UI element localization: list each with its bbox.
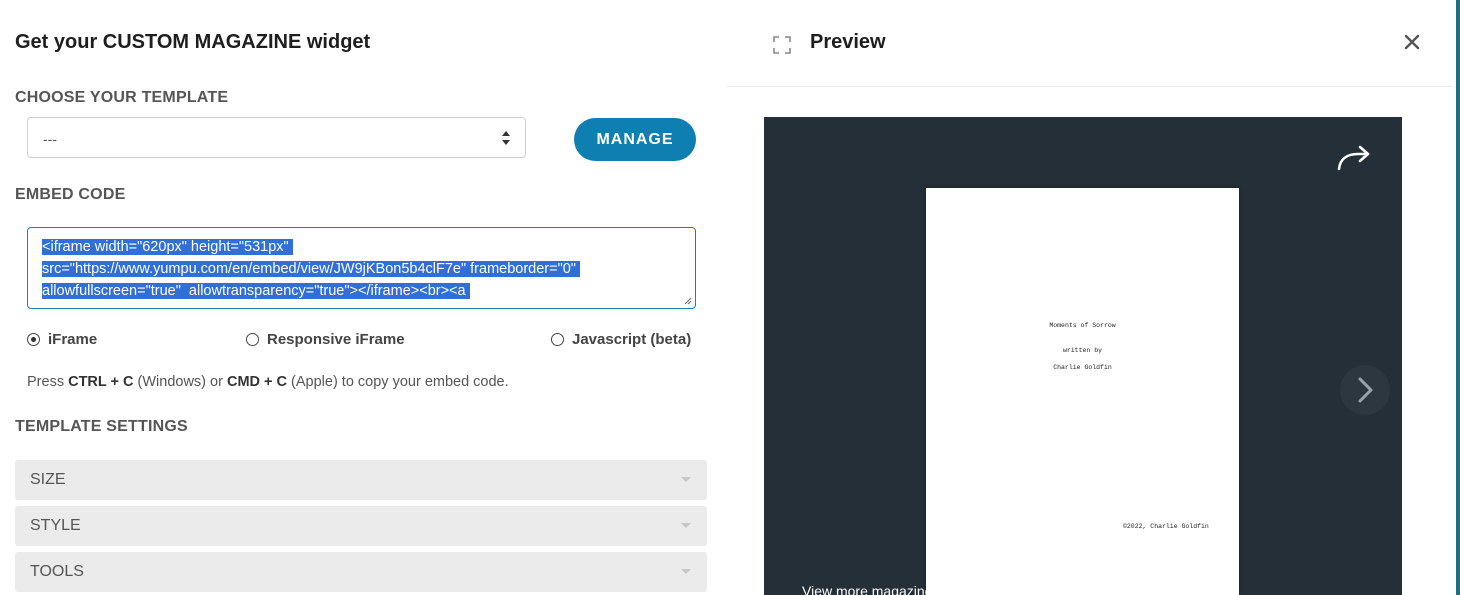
embed-line: allowfullscreen="true" allowtransparency… [42,283,470,299]
embed-code-label: EMBED CODE [15,186,126,203]
page-author-text: Charlie Goldfin [1053,364,1112,371]
copy-hint: Press CTRL + C (Windows) or CMD + C (App… [27,374,509,390]
caret-down-icon [681,477,691,482]
close-button[interactable] [1400,30,1424,54]
template-select-value: --- [43,131,57,147]
embed-option-label: Responsive iFrame [267,331,405,348]
settings-section-label: TOOLS [30,563,84,580]
preview-title: Preview [810,31,886,53]
radio-icon[interactable] [551,333,564,346]
widget-title: Get your CUSTOM MAGAZINE widget [15,31,371,53]
settings-section-label: SIZE [30,471,66,488]
radio-icon[interactable] [246,333,259,346]
embed-option-responsive-iframe[interactable]: Responsive iFrame [246,331,405,348]
caret-down-icon [681,523,691,528]
preview-panel: Preview Moments of Sorrow written by Cha… [726,0,1456,595]
magazine-page[interactable]: Moments of Sorrow written by Charlie Gol… [926,188,1239,595]
embed-code-text: <iframe width="620px" height="531px" src… [42,236,681,302]
embed-option-label: Javascript (beta) [572,331,692,348]
radio-selected-icon[interactable] [27,333,40,346]
template-select[interactable]: --- [27,117,526,158]
settings-section-style[interactable]: STYLE [15,506,707,546]
page-title-text: Moments of Sorrow [1049,322,1116,329]
hint-text: (Apple) to copy your embed code. [287,374,509,390]
settings-section-tools[interactable]: TOOLS [15,552,707,592]
close-icon [1404,34,1420,50]
view-more-link[interactable]: View more magazines [802,583,939,595]
resize-handle-icon[interactable] [684,297,692,305]
embed-code-textarea[interactable]: <iframe width="620px" height="531px" src… [27,227,696,309]
template-settings-label: TEMPLATE SETTINGS [15,418,188,435]
settings-section-label: STYLE [30,517,81,534]
embed-option-label: iFrame [48,331,98,348]
page-written-by-text: written by [1062,347,1102,354]
header-divider [726,86,1456,87]
hint-text: (Windows) or [133,374,227,390]
page-copyright-text: ©2022, Charlie Goldfin [1123,523,1209,530]
next-page-button[interactable] [1340,365,1390,415]
choose-template-label: CHOOSE YOUR TEMPLATE [15,89,229,106]
sort-arrows-icon [502,131,510,145]
hint-shortcut: CTRL + C [68,374,134,390]
background-edge [1456,0,1460,595]
widget-panel: Get your CUSTOM MAGAZINE widget CHOOSE Y… [0,0,726,595]
hint-text: Press [27,374,69,390]
embed-option-javascript[interactable]: Javascript (beta) [551,331,691,348]
preview-stage: Moments of Sorrow written by Charlie Gol… [764,117,1402,595]
hint-shortcut: CMD + C [226,374,287,390]
embed-option-iframe[interactable]: iFrame [27,331,97,348]
embed-line: <iframe width="620px" height="531px" [42,239,293,255]
manage-button[interactable]: MANAGE [574,118,696,161]
chevron-right-icon [1358,377,1373,403]
expand-icon[interactable] [773,36,791,54]
share-arrow-icon[interactable] [1336,143,1372,171]
embed-line: src="https://www.yumpu.com/en/embed/view… [42,261,580,277]
settings-section-size[interactable]: SIZE [15,460,707,500]
caret-down-icon [681,569,691,574]
